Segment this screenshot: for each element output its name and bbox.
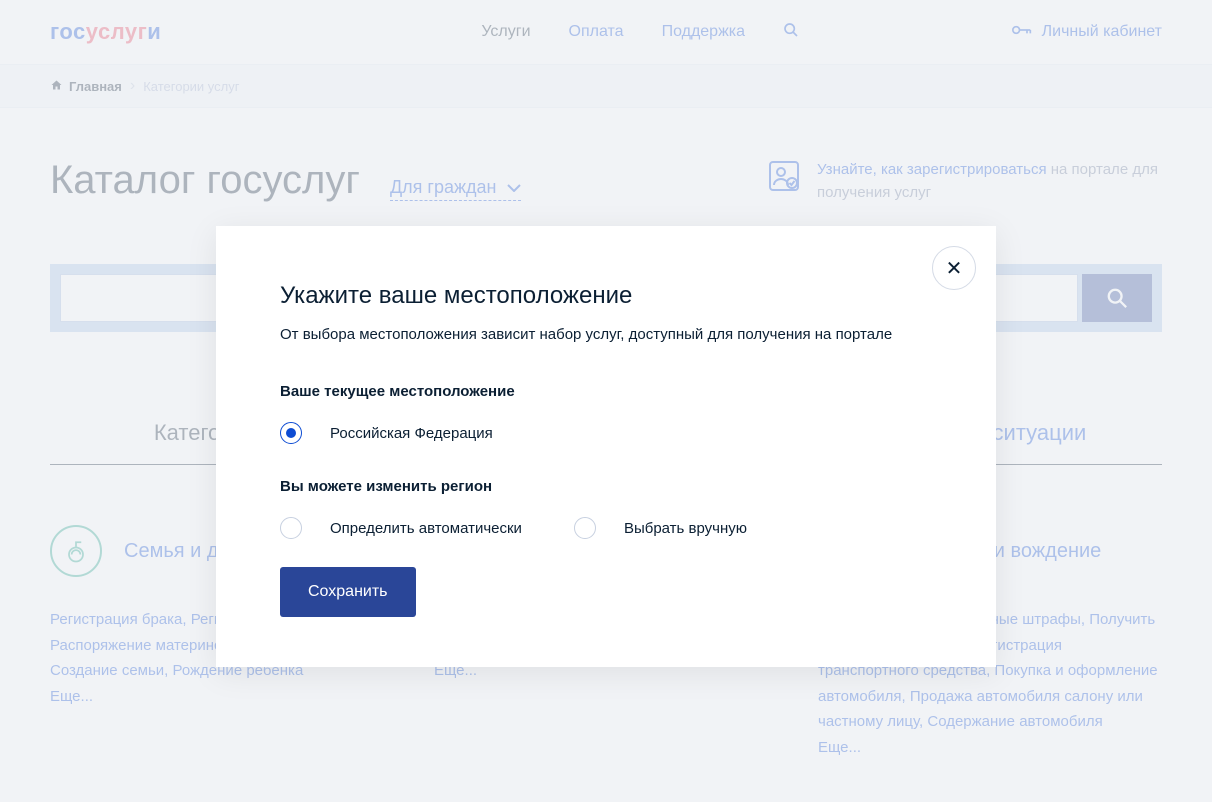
close-button[interactable]: ✕ bbox=[932, 246, 976, 290]
radio-manual-item[interactable]: Выбрать вручную bbox=[574, 517, 747, 539]
modal-subtitle: От выбора местоположения зависит набор у… bbox=[280, 326, 932, 343]
save-button[interactable]: Сохранить bbox=[280, 567, 416, 617]
current-location-label: Ваше текущее местоположение bbox=[280, 383, 932, 400]
change-region-options: Определить автоматически Выбрать вручную bbox=[280, 517, 932, 539]
modal-title: Укажите ваше местоположение bbox=[280, 282, 932, 310]
radio-auto[interactable] bbox=[280, 517, 302, 539]
location-modal: ✕ Укажите ваше местоположение От выбора … bbox=[216, 226, 996, 667]
radio-auto-item[interactable]: Определить автоматически bbox=[280, 517, 522, 539]
change-region-label: Вы можете изменить регион bbox=[280, 478, 932, 495]
radio-manual[interactable] bbox=[574, 517, 596, 539]
current-location-row: Российская Федерация bbox=[280, 422, 932, 444]
close-icon: ✕ bbox=[946, 256, 963, 281]
radio-current[interactable] bbox=[280, 422, 302, 444]
radio-manual-label: Выбрать вручную bbox=[624, 520, 747, 537]
radio-auto-label: Определить автоматически bbox=[330, 520, 522, 537]
current-location-value: Российская Федерация bbox=[330, 425, 493, 442]
modal-overlay[interactable]: ✕ Укажите ваше местоположение От выбора … bbox=[0, 0, 1212, 802]
